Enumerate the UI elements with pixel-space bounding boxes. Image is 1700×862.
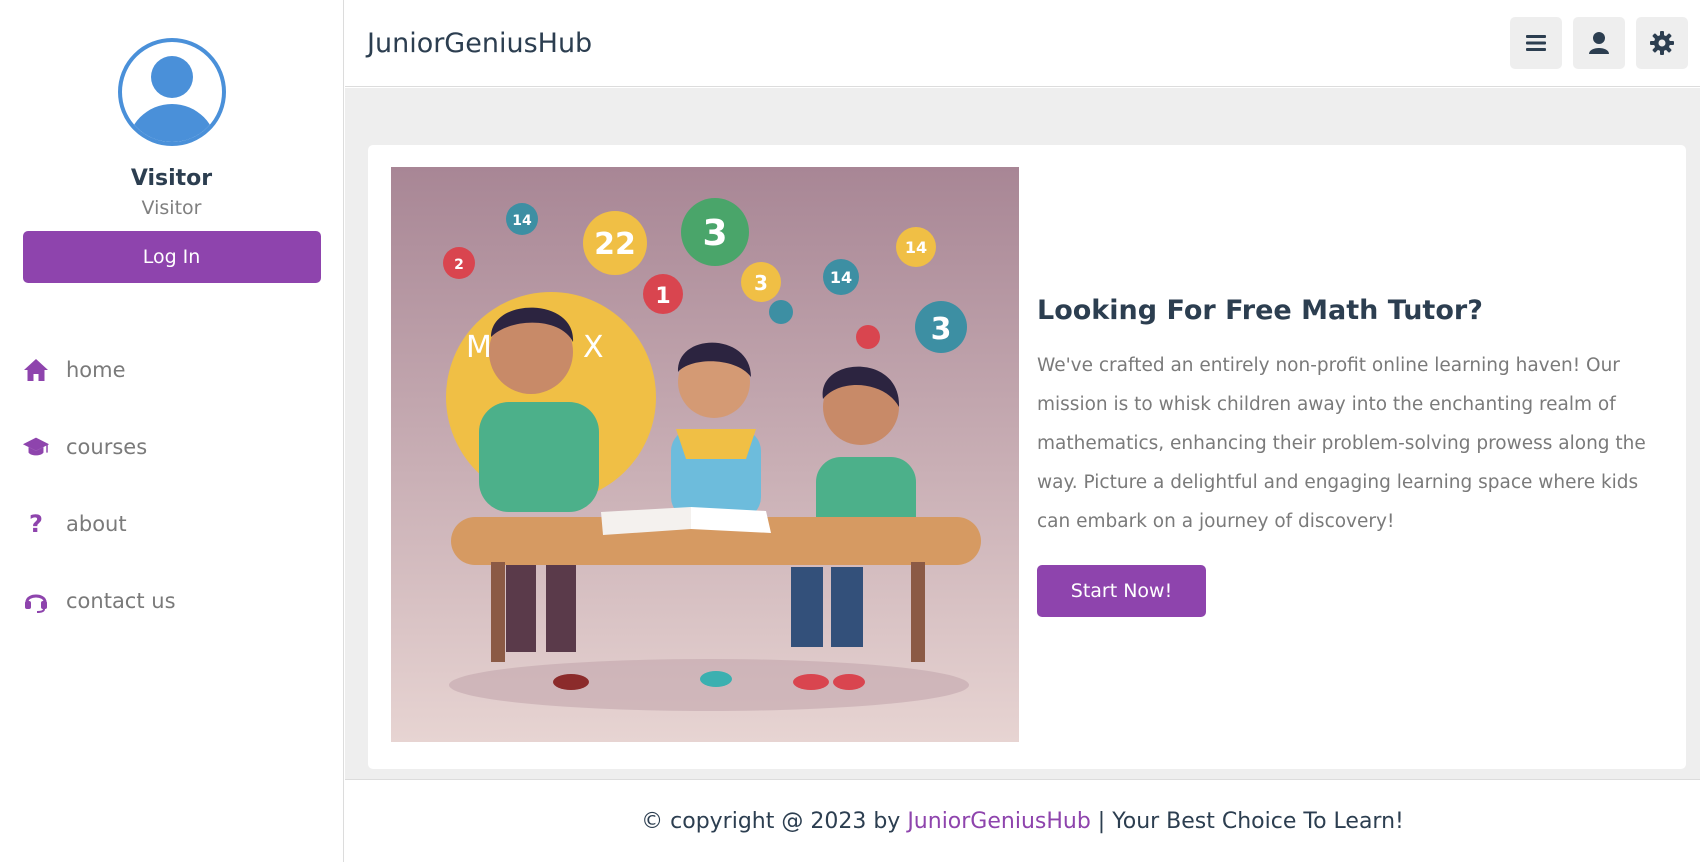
menu-icon: [1526, 35, 1546, 51]
settings-icon: [1650, 31, 1674, 55]
svg-text:X: X: [583, 330, 604, 365]
login-button[interactable]: Log In: [22, 231, 321, 283]
graduation-cap-icon: [22, 435, 50, 459]
question-icon: ?: [29, 509, 43, 538]
sidebar-item-contact[interactable]: contact us: [22, 562, 343, 639]
profile-role: Visitor: [141, 197, 202, 219]
hero-title: Looking For Free Math Tutor?: [1037, 295, 1483, 326]
svg-text:M: M: [466, 330, 492, 365]
sidebar: Visitor Visitor Log In home courses ? ab…: [0, 0, 344, 862]
headset-icon: [22, 588, 50, 614]
brand-logo[interactable]: JuniorGeniusHub: [367, 28, 592, 59]
svg-text:14: 14: [905, 238, 927, 257]
svg-text:3: 3: [702, 213, 727, 254]
sidebar-item-home[interactable]: home: [22, 331, 343, 408]
sidebar-nav: home courses ? about contact us: [0, 331, 343, 639]
svg-text:14: 14: [830, 268, 852, 287]
header-actions: [1510, 17, 1688, 69]
profile-section: Visitor Visitor Log In: [0, 0, 343, 283]
sidebar-item-label: courses: [66, 434, 148, 459]
main-content: M X 14 22 3 1 3 14 14 3 2 Looking For Fr…: [345, 88, 1700, 779]
sidebar-item-label: home: [66, 357, 126, 382]
user-icon: [1589, 32, 1609, 54]
svg-text:3: 3: [754, 271, 768, 295]
footer: © copyright @ 2023 by JuniorGeniusHub | …: [345, 779, 1700, 862]
user-button[interactable]: [1573, 17, 1625, 69]
hero-card: M X 14 22 3 1 3 14 14 3 2 Looking For Fr…: [368, 145, 1686, 769]
menu-button[interactable]: [1510, 17, 1562, 69]
footer-tagline: | Your Best Choice To Learn!: [1090, 808, 1404, 834]
sidebar-item-label: about: [66, 511, 127, 536]
sidebar-item-about[interactable]: ? about: [22, 485, 343, 562]
home-icon: [22, 358, 50, 382]
svg-text:14: 14: [512, 213, 532, 229]
avatar-icon: [117, 38, 226, 146]
svg-text:22: 22: [594, 227, 636, 262]
hero-description: We've crafted an entirely non-profit onl…: [1037, 355, 1646, 532]
hero-text: Looking For Free Math Tutor? We've craft…: [1037, 295, 1667, 617]
settings-button[interactable]: [1636, 17, 1688, 69]
svg-text:2: 2: [454, 257, 464, 273]
top-header: JuniorGeniusHub: [345, 0, 1700, 87]
hero-illustration: M X 14 22 3 1 3 14 14 3 2: [391, 167, 1019, 742]
profile-name: Visitor: [130, 166, 213, 191]
start-now-button[interactable]: Start Now!: [1037, 565, 1206, 617]
sidebar-item-label: contact us: [66, 588, 176, 613]
svg-text:3: 3: [931, 312, 952, 347]
footer-brand-link[interactable]: JuniorGeniusHub: [907, 809, 1091, 834]
footer-copyright: © copyright @ 2023 by: [641, 808, 908, 834]
svg-text:1: 1: [655, 284, 670, 309]
sidebar-item-courses[interactable]: courses: [22, 408, 343, 485]
